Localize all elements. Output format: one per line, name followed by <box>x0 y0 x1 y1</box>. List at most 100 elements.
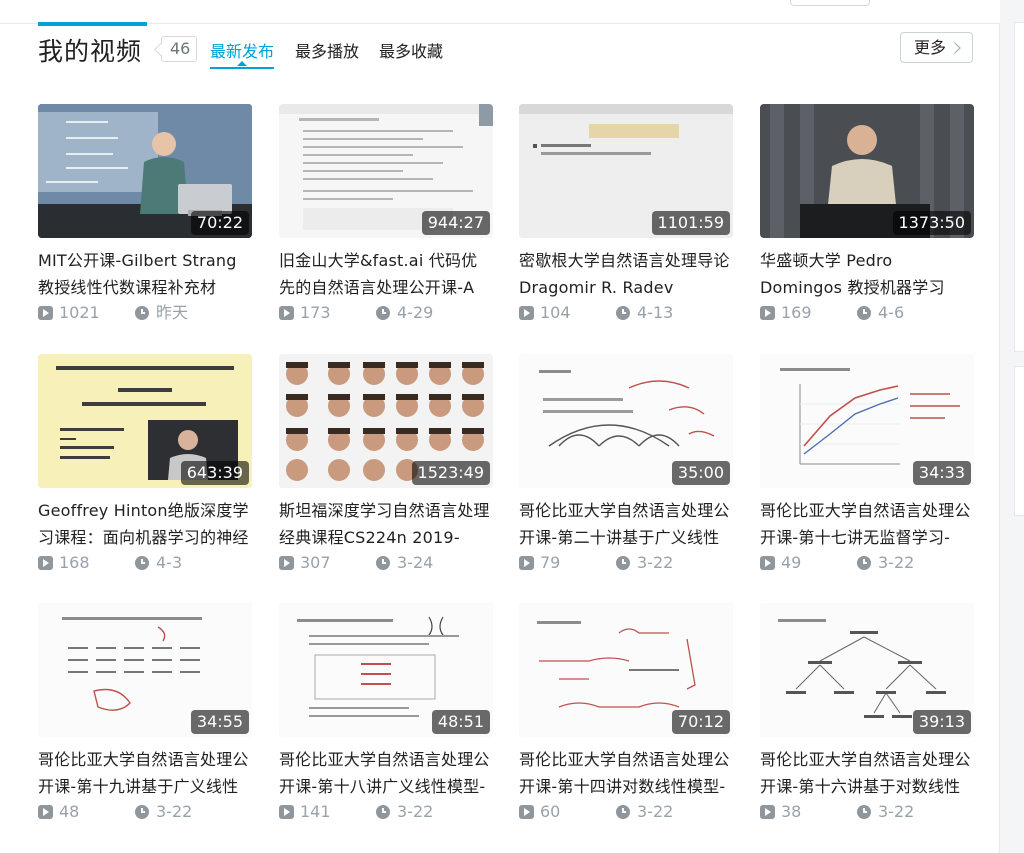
video-thumbnail[interactable]: 643:39 <box>38 354 252 488</box>
video-meta: 79 3-22 <box>519 553 733 573</box>
video-card[interactable]: 39:13 哥伦比亚大学自然语言处理公开课-第十六讲基于对数线性 38 3-22 <box>760 603 974 833</box>
play-count: 38 <box>781 802 802 821</box>
active-tab-caret <box>237 61 247 66</box>
video-thumbnail[interactable]: 944:27 <box>279 104 493 238</box>
top-strip <box>0 0 1000 24</box>
video-duration: 1101:59 <box>651 211 730 235</box>
side-panel-edge <box>1014 366 1024 516</box>
video-thumbnail[interactable]: 1373:50 <box>760 104 974 238</box>
clock-icon <box>616 556 630 570</box>
section-title: 我的视频 <box>38 37 143 66</box>
play-count-icon <box>38 556 53 570</box>
play-count-icon <box>279 556 294 570</box>
video-card[interactable]: 34:55 哥伦比亚大学自然语言处理公开课-第十九讲基于广义线性 48 3-22 <box>38 603 252 833</box>
video-card[interactable]: 1101:59 密歇根大学自然语言处理导论Dragomir R. Radev 1… <box>519 104 733 334</box>
video-title[interactable]: 哥伦比亚大学自然语言处理公开课-第十九讲基于广义线性 <box>38 746 252 800</box>
video-title[interactable]: 哥伦比亚大学自然语言处理公开课-第二十讲基于广义线性 <box>519 497 733 551</box>
video-title[interactable]: Geoffrey Hinton绝版深度学习课程：面向机器学习的神经 <box>38 497 252 551</box>
video-title[interactable]: 旧金山大学&fast.ai 代码优先的自然语言处理公开课-A <box>279 247 493 301</box>
play-count-icon <box>279 306 294 320</box>
video-meta: 104 4-13 <box>519 303 733 323</box>
play-count: 307 <box>300 553 331 572</box>
clock-icon <box>616 805 630 819</box>
video-count-badge: 46 <box>161 36 198 62</box>
play-count: 79 <box>540 553 561 572</box>
video-card[interactable]: 1523:49 斯坦福深度学习自然语言处理经典课程CS224n 2019- 30… <box>279 354 493 584</box>
play-count: 104 <box>540 303 571 322</box>
play-count: 141 <box>300 802 331 821</box>
tab-most-played[interactable]: 最多播放 <box>295 38 359 62</box>
clock-icon <box>135 306 149 320</box>
video-thumbnail[interactable]: 34:33 <box>760 354 974 488</box>
clock-icon <box>376 805 390 819</box>
video-duration: 1373:50 <box>892 211 971 235</box>
play-count: 1021 <box>59 303 100 322</box>
play-count: 49 <box>781 553 802 572</box>
play-count: 169 <box>781 303 812 322</box>
video-duration: 944:27 <box>421 211 490 235</box>
video-thumbnail[interactable]: 1101:59 <box>519 104 733 238</box>
publish-date: 3-22 <box>397 802 434 821</box>
tab-most-favorited[interactable]: 最多收藏 <box>379 38 443 62</box>
clock-icon <box>616 306 630 320</box>
section-accent-bar <box>38 22 147 26</box>
video-thumbnail[interactable]: 35:00 <box>519 354 733 488</box>
publish-date: 昨天 <box>156 303 189 322</box>
clock-icon <box>857 805 871 819</box>
video-title[interactable]: 哥伦比亚大学自然语言处理公开课-第十七讲无监督学习- <box>760 497 974 551</box>
video-duration: 643:39 <box>180 461 249 485</box>
video-title[interactable]: 哥伦比亚大学自然语言处理公开课-第十四讲对数线性模型- <box>519 746 733 800</box>
clock-icon <box>135 556 149 570</box>
more-button[interactable]: 更多 <box>900 32 973 63</box>
video-card[interactable]: 34:33 哥伦比亚大学自然语言处理公开课-第十七讲无监督学习- 49 3-22 <box>760 354 974 584</box>
video-card[interactable]: 643:39 Geoffrey Hinton绝版深度学习课程：面向机器学习的神经… <box>38 354 252 584</box>
clock-icon <box>376 306 390 320</box>
play-count-icon <box>760 306 775 320</box>
video-thumbnail[interactable]: 48:51 <box>279 603 493 737</box>
top-button-edge[interactable] <box>790 0 870 6</box>
publish-date: 3-22 <box>637 802 674 821</box>
video-title[interactable]: 哥伦比亚大学自然语言处理公开课-第十六讲基于对数线性 <box>760 746 974 800</box>
video-title[interactable]: 密歇根大学自然语言处理导论Dragomir R. Radev <box>519 247 733 301</box>
play-count-icon <box>38 805 53 819</box>
video-duration: 70:22 <box>190 211 249 235</box>
video-thumbnail[interactable]: 70:12 <box>519 603 733 737</box>
play-count: 60 <box>540 802 561 821</box>
video-card[interactable]: 70:12 哥伦比亚大学自然语言处理公开课-第十四讲对数线性模型- 60 3-2… <box>519 603 733 833</box>
tab-latest[interactable]: 最新发布 <box>210 38 274 62</box>
video-title[interactable]: 斯坦福深度学习自然语言处理经典课程CS224n 2019- <box>279 497 493 551</box>
video-title[interactable]: 华盛顿大学 Pedro Domingos 教授机器学习 <box>760 247 974 301</box>
publish-date: 3-22 <box>878 553 915 572</box>
video-duration: 34:33 <box>912 461 971 485</box>
video-thumbnail[interactable]: 39:13 <box>760 603 974 737</box>
video-meta: 60 3-22 <box>519 802 733 822</box>
clock-icon <box>857 556 871 570</box>
publish-date: 3-24 <box>397 553 434 572</box>
active-tab-underline <box>210 67 274 69</box>
play-count-icon <box>519 805 534 819</box>
video-meta: 307 3-24 <box>279 553 493 573</box>
play-count-icon <box>760 556 775 570</box>
video-duration: 1523:49 <box>411 461 490 485</box>
video-card[interactable]: 1373:50 华盛顿大学 Pedro Domingos 教授机器学习 169 … <box>760 104 974 334</box>
video-title[interactable]: 哥伦比亚大学自然语言处理公开课-第十八讲广义线性模型- <box>279 746 493 800</box>
video-card[interactable]: 70:22 MIT公开课-Gilbert Strang教授线性代数课程补充材 1… <box>38 104 252 334</box>
content-panel: 我的视频 46 最新发布 最多播放 最多收藏 更多 70:22 MIT公开课-G… <box>0 0 1000 853</box>
publish-date: 3-22 <box>156 802 193 821</box>
video-duration: 48:51 <box>431 710 490 734</box>
section-header: 我的视频 46 最新发布 最多播放 最多收藏 更多 <box>38 30 974 72</box>
clock-icon <box>376 556 390 570</box>
video-title[interactable]: MIT公开课-Gilbert Strang教授线性代数课程补充材 <box>38 247 252 301</box>
video-duration: 35:00 <box>671 461 730 485</box>
video-card[interactable]: 48:51 哥伦比亚大学自然语言处理公开课-第十八讲广义线性模型- 141 3-… <box>279 603 493 833</box>
play-count: 48 <box>59 802 80 821</box>
video-meta: 48 3-22 <box>38 802 252 822</box>
video-meta: 1021 昨天 <box>38 303 252 323</box>
video-card[interactable]: 35:00 哥伦比亚大学自然语言处理公开课-第二十讲基于广义线性 79 3-22 <box>519 354 733 584</box>
video-thumbnail[interactable]: 1523:49 <box>279 354 493 488</box>
video-thumbnail[interactable]: 70:22 <box>38 104 252 238</box>
video-card[interactable]: 944:27 旧金山大学&fast.ai 代码优先的自然语言处理公开课-A 17… <box>279 104 493 334</box>
video-meta: 38 3-22 <box>760 802 974 822</box>
clock-icon <box>857 306 871 320</box>
video-thumbnail[interactable]: 34:55 <box>38 603 252 737</box>
